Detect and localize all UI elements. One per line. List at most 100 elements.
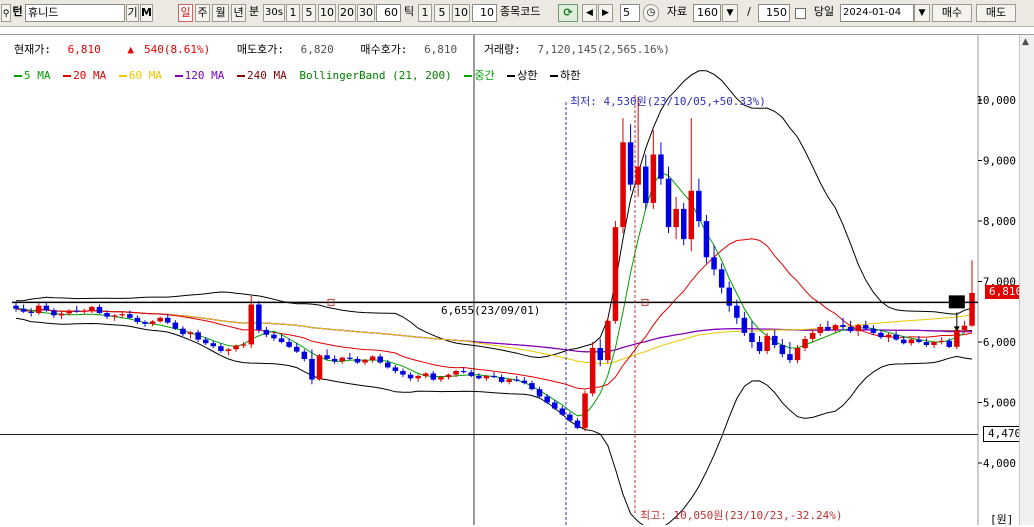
stock-name-input[interactable]: 휴니드 bbox=[25, 4, 125, 22]
period-year-button[interactable]: 년 bbox=[231, 4, 246, 22]
candle-up bbox=[339, 357, 345, 362]
candle-down bbox=[574, 420, 581, 428]
legend-item-upper[interactable]: 상한 bbox=[507, 69, 537, 82]
candle-down bbox=[392, 367, 399, 371]
period-week-button[interactable]: 주 bbox=[195, 4, 210, 22]
candle-down bbox=[658, 154, 664, 179]
candle-down bbox=[468, 372, 474, 376]
legend-item-ma20[interactable]: 20 MA bbox=[63, 69, 106, 82]
refresh-icon[interactable]: ⟳ bbox=[558, 4, 578, 22]
candle-down bbox=[476, 375, 482, 379]
legend-item-lower[interactable]: 하한 bbox=[550, 69, 580, 82]
legend-item-ma240[interactable]: 240 MA bbox=[237, 69, 287, 82]
candle-down bbox=[324, 355, 330, 359]
m-button[interactable]: M bbox=[140, 4, 153, 22]
candle-down bbox=[681, 208, 687, 240]
candle-down bbox=[256, 304, 262, 330]
candle-up bbox=[794, 348, 801, 361]
candle-up bbox=[855, 325, 861, 332]
interval-60-input[interactable]: 60 bbox=[376, 4, 401, 22]
legend-item-bollinger[interactable]: BollingerBand (21, 200) bbox=[299, 69, 451, 82]
candle-down bbox=[756, 342, 763, 352]
tick-10-button[interactable]: 10 bbox=[452, 4, 470, 22]
candle-down bbox=[203, 339, 209, 344]
interval-10-button[interactable]: 10 bbox=[318, 4, 336, 22]
candle-up bbox=[832, 325, 839, 330]
candle-up bbox=[809, 332, 816, 339]
legend-item-ma120[interactable]: 120 MA bbox=[174, 69, 224, 82]
tick-1-button[interactable]: 1 bbox=[418, 4, 432, 22]
candle-down bbox=[347, 357, 353, 359]
interval-30s-button[interactable]: 30s bbox=[263, 4, 285, 22]
change-value: 540(8.61%) bbox=[143, 43, 211, 56]
candlestick-chart[interactable]: 4,000 5,000 6,000 7,000 8,000 9,000 10,000 현재가… bbox=[0, 34, 1034, 526]
period-day-button[interactable]: 일 bbox=[178, 4, 193, 22]
candle-up bbox=[58, 313, 65, 316]
candle-up bbox=[650, 154, 657, 203]
candle-down bbox=[916, 339, 922, 342]
candle-down bbox=[430, 373, 437, 380]
chart-scrollbar[interactable]: ▲ bbox=[1019, 35, 1034, 525]
interval-30-button[interactable]: 30 bbox=[357, 4, 375, 22]
candle-down bbox=[840, 325, 846, 327]
candle-up bbox=[589, 348, 596, 394]
candle-up bbox=[111, 315, 118, 317]
legend-label: BollingerBand (21, 200) bbox=[299, 69, 452, 82]
candle-up bbox=[938, 340, 945, 342]
sell-button[interactable]: 매도 bbox=[976, 4, 1016, 22]
candle-up bbox=[415, 375, 421, 379]
candle-down bbox=[779, 345, 786, 355]
sameday-checkbox[interactable] bbox=[795, 8, 806, 19]
scroll-up-icon[interactable]: ▲ bbox=[1022, 37, 1029, 47]
candle-up bbox=[81, 310, 88, 312]
interval-1-button[interactable]: 1 bbox=[286, 4, 300, 22]
tick-value-input[interactable]: 10 bbox=[472, 4, 497, 22]
candle-down bbox=[400, 371, 406, 375]
step-value-input[interactable]: 5 bbox=[620, 4, 640, 22]
data-total-input[interactable]: 150 bbox=[758, 4, 790, 22]
step-right-icon[interactable]: ▶ bbox=[598, 4, 613, 22]
candle-up bbox=[157, 317, 163, 322]
candle-up bbox=[483, 375, 490, 379]
gi-button[interactable]: 기 bbox=[126, 4, 139, 22]
candle-down bbox=[218, 346, 224, 351]
indicator-legend: 5 MA 20 MA 60 MA 120 MA 240 MA Bollinger… bbox=[14, 67, 586, 83]
legend-item-ma5[interactable]: 5 MA bbox=[14, 69, 51, 82]
candle-down bbox=[13, 305, 19, 309]
y-tick-label: 10,000 bbox=[976, 94, 1016, 107]
buy-button[interactable]: 매수 bbox=[932, 4, 972, 22]
chart-canvas[interactable]: 4,0005,0006,0007,0008,0009,00010,000 bbox=[0, 35, 1020, 525]
candle-down bbox=[946, 340, 952, 347]
legend-item-ma60[interactable]: 60 MA bbox=[118, 69, 162, 82]
bid-label: 매수호가: bbox=[360, 43, 408, 56]
candle-down bbox=[643, 166, 649, 203]
legend-label: 240 MA bbox=[247, 69, 287, 82]
candle-up bbox=[885, 334, 892, 338]
candle-down bbox=[901, 339, 907, 344]
period-month-button[interactable]: 월 bbox=[212, 4, 229, 22]
legend-item-middle[interactable]: 중간 bbox=[464, 69, 495, 82]
candle-up bbox=[605, 320, 611, 361]
step-left-icon[interactable]: ◀ bbox=[582, 4, 597, 22]
data-count-dropdown-icon[interactable]: ▼ bbox=[722, 4, 738, 22]
data-count-input[interactable]: 160 bbox=[693, 4, 721, 22]
date-input[interactable]: 2024-01-04 bbox=[840, 4, 914, 22]
interval-5-button[interactable]: 5 bbox=[302, 4, 316, 22]
candle-down bbox=[552, 402, 558, 409]
clock-icon[interactable]: ◷ bbox=[643, 4, 659, 22]
date-dropdown-icon[interactable]: ▼ bbox=[914, 4, 930, 22]
chart-toolbar: ⚲ 턴 휴니드 기 M 일 주 월 년 분 30s 1 5 10 20 30 6… bbox=[0, 0, 1034, 27]
bid-value: 6,810 bbox=[424, 43, 458, 56]
candle-down bbox=[521, 380, 528, 384]
y-tick-label: 8,000 bbox=[983, 215, 1016, 228]
search-button[interactable]: ⚲ bbox=[1, 4, 11, 22]
tick-label: 틱 bbox=[403, 5, 415, 18]
up-triangle-icon: ▲ bbox=[127, 43, 134, 56]
interval-20-button[interactable]: 20 bbox=[338, 4, 356, 22]
candle-up bbox=[233, 345, 239, 350]
candle-down bbox=[787, 354, 793, 361]
legend-label: 하한 bbox=[560, 69, 581, 82]
tick-5-button[interactable]: 5 bbox=[434, 4, 450, 22]
candle-down bbox=[597, 348, 603, 361]
candle-down bbox=[923, 342, 930, 345]
